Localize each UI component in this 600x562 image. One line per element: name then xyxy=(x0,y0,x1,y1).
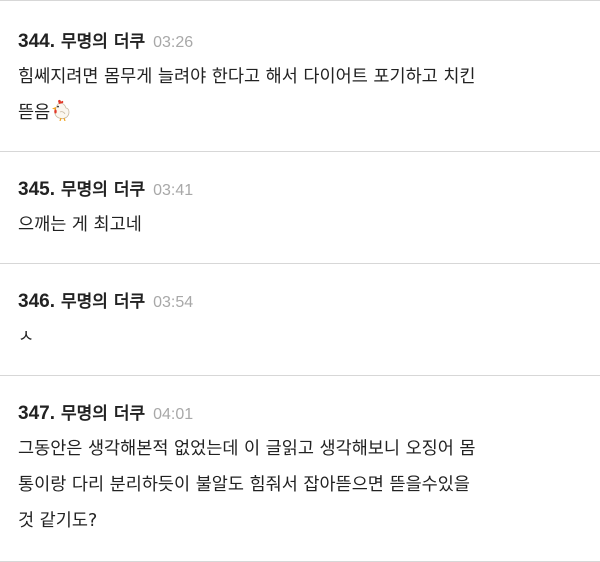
comment-text-line: 것 같기도? xyxy=(18,511,98,531)
comment-author: 무명의 더쿠 xyxy=(60,180,146,200)
comment-body: 그동안은 생각해본적 없었는데 이 글읽고 생각해보니 오징어 몸 통이랑 다리… xyxy=(18,431,600,539)
comment-346: 346. 무명의 더쿠 03:54 ㅅ xyxy=(0,264,600,376)
comment-thread: 344. 무명의 더쿠 03:26 힘쎄지려면 몸무게 늘려야 한다고 해서 다… xyxy=(0,0,600,562)
comment-text-line-with-icon: 뜯음 xyxy=(18,95,600,131)
comment-author: 무명의 더쿠 xyxy=(60,404,146,424)
comment-number[interactable]: 345. xyxy=(18,179,55,201)
comment-body: 힘쎄지려면 몸무게 늘려야 한다고 해서 다이어트 포기하고 치킨 뜯음 xyxy=(18,59,600,131)
comment-author: 무명의 더쿠 xyxy=(60,32,146,52)
comment-header: 347. 무명의 더쿠 04:01 xyxy=(18,399,600,427)
comment-body: 으깨는 게 최고네 xyxy=(18,207,600,243)
chicken-icon xyxy=(51,98,71,122)
comment-345: 345. 무명의 더쿠 03:41 으깨는 게 최고네 xyxy=(0,152,600,264)
comment-number[interactable]: 344. xyxy=(18,31,55,53)
comment-text-line: 뜯음 xyxy=(18,103,51,123)
comment-text-line: 그동안은 생각해본적 없었는데 이 글읽고 생각해보니 오징어 몸 xyxy=(18,439,476,459)
comment-timestamp: 03:54 xyxy=(153,294,194,311)
comment-author: 무명의 더쿠 xyxy=(60,292,146,312)
comment-text-line: ㅅ xyxy=(18,327,35,347)
comment-text-line: 힘쎄지려면 몸무게 늘려야 한다고 해서 다이어트 포기하고 치킨 xyxy=(18,67,476,87)
comment-344: 344. 무명의 더쿠 03:26 힘쎄지려면 몸무게 늘려야 한다고 해서 다… xyxy=(0,0,600,152)
comment-header: 346. 무명의 더쿠 03:54 xyxy=(18,287,600,315)
comment-347: 347. 무명의 더쿠 04:01 그동안은 생각해본적 없었는데 이 글읽고 … xyxy=(0,376,600,562)
comment-body: ㅅ xyxy=(18,319,600,355)
comment-text-line: 으깨는 게 최고네 xyxy=(18,215,142,235)
comment-header: 344. 무명의 더쿠 03:26 xyxy=(18,27,600,55)
comment-number[interactable]: 346. xyxy=(18,291,55,313)
comment-header: 345. 무명의 더쿠 03:41 xyxy=(18,175,600,203)
comment-timestamp: 03:26 xyxy=(153,34,194,51)
comment-timestamp: 04:01 xyxy=(153,406,194,423)
comment-number[interactable]: 347. xyxy=(18,403,55,425)
comment-text-line: 통이랑 다리 분리하듯이 불알도 힘줘서 잡아뜯으면 뜯을수있을 xyxy=(18,475,470,495)
comment-timestamp: 03:41 xyxy=(153,182,194,199)
